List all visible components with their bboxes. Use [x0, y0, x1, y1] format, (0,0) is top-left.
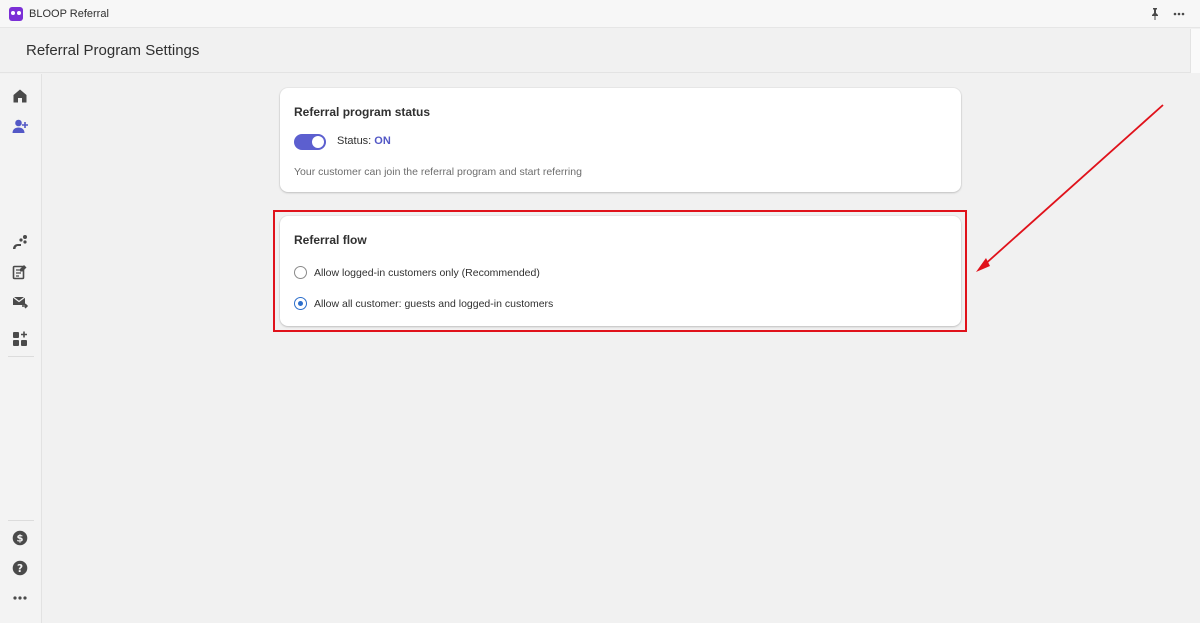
- sidebar-divider: [8, 520, 34, 521]
- share-dots-icon[interactable]: [11, 233, 29, 251]
- radio-label: Allow logged-in customers only (Recommen…: [314, 266, 540, 279]
- pin-icon[interactable]: [1148, 7, 1162, 21]
- radio-option-all-customers[interactable]: Allow all customer: guests and logged-in…: [294, 297, 553, 310]
- card-title: Referral flow: [294, 233, 367, 247]
- referral-flow-card: Referral flow Allow logged-in customers …: [280, 216, 961, 326]
- add-user-icon[interactable]: [11, 117, 29, 135]
- apps-add-icon[interactable]: [11, 330, 29, 348]
- more-horizontal-icon[interactable]: [11, 589, 29, 607]
- sidebar-divider: [8, 356, 34, 357]
- status-value: ON: [374, 135, 391, 147]
- page-title: Referral Program Settings: [26, 42, 200, 59]
- status-description: Your customer can join the referral prog…: [294, 166, 582, 178]
- card-title: Referral program status: [294, 105, 431, 119]
- svg-text:?: ?: [17, 563, 23, 575]
- radio-option-logged-in-only[interactable]: Allow logged-in customers only (Recommen…: [294, 266, 540, 279]
- referral-status-card: Referral program status Status: ON Your …: [280, 88, 961, 192]
- status-text: Status: ON: [337, 135, 391, 147]
- toggle-knob: [312, 136, 324, 148]
- status-label: Status:: [337, 135, 375, 147]
- mail-send-icon[interactable]: [11, 293, 29, 311]
- svg-text:$: $: [17, 534, 24, 545]
- question-circle-icon[interactable]: ?: [11, 559, 29, 577]
- more-icon[interactable]: [1172, 7, 1186, 21]
- app-title: BLOOP Referral: [29, 7, 109, 20]
- page-header: Referral Program Settings: [0, 29, 1190, 73]
- radio-label: Allow all customer: guests and logged-in…: [314, 297, 554, 310]
- radio-button[interactable]: [294, 266, 307, 279]
- radio-button-selected[interactable]: [294, 297, 307, 310]
- status-toggle[interactable]: [294, 134, 326, 150]
- scrollbar[interactable]: [1190, 29, 1200, 73]
- home-icon[interactable]: [11, 87, 29, 105]
- document-edit-icon[interactable]: [11, 263, 29, 281]
- app-title-bar: BLOOP Referral: [0, 0, 1200, 28]
- dollar-circle-icon[interactable]: $: [11, 529, 29, 547]
- main-content: Referral program status Status: ON Your …: [43, 74, 1200, 623]
- sidebar-nav: $ ?: [0, 74, 42, 623]
- app-logo-icon: [9, 6, 23, 21]
